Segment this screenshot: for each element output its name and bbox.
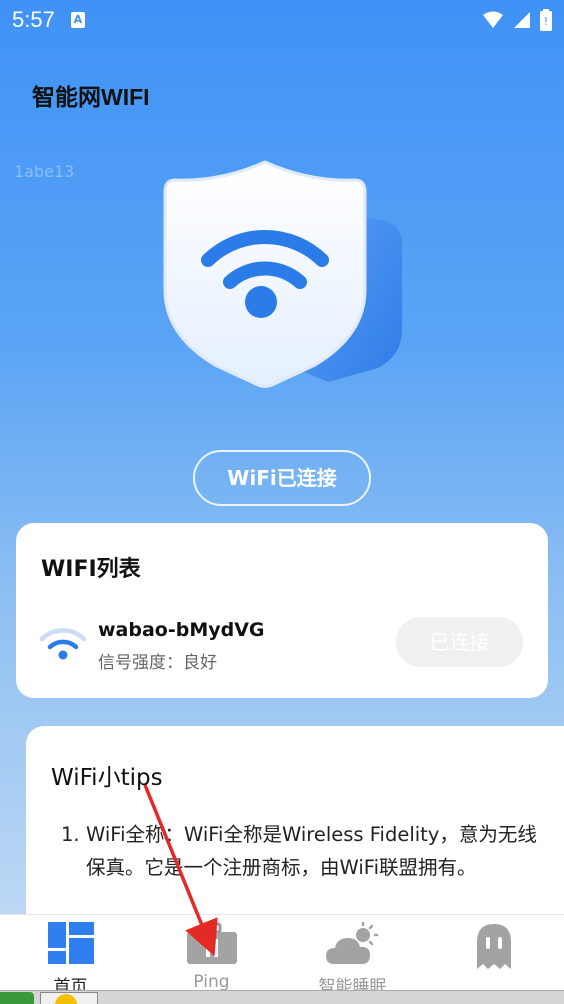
toolbox-icon [186,922,237,964]
cell-signal-icon [514,12,530,28]
tip-item: 1. WiFi全称：WiFi全称是Wireless Fidelity，意为无线保… [61,818,541,884]
network-signal-strength: 信号强度：良好 [98,653,217,673]
weather-cloud-icon [325,922,378,964]
network-ssid: wabao-bMydVG [98,619,265,641]
bottom-nav: 首页 Ping 智能睡眠 [0,914,564,997]
wifi-list-title: WIFI列表 [41,557,141,582]
wifi-connected-status-button[interactable]: WiFi已连接 [193,450,371,506]
nav-item-smart-sleep[interactable]: 智能睡眠 [282,915,423,997]
network-connect-button[interactable]: 已连接 [396,617,523,667]
taskbar-app-icon [55,994,77,1004]
status-indicators: ! [482,9,552,31]
tip-text: WiFi全称：WiFi全称是Wireless Fidelity，意为无线保真。它… [86,823,537,879]
nav-item-home[interactable]: 首页 [0,915,141,997]
wifi-network-icon [40,628,86,660]
home-grid-icon [47,922,94,964]
tip-number: 1. [61,823,80,846]
battery-icon: ! [540,9,552,31]
desktop-taskbar [0,990,564,1004]
status-time: 5:57 [12,7,55,32]
taskbar-start-button[interactable] [0,992,34,1004]
nav-item-ghost[interactable] [423,915,564,990]
watermark-text: 1abe13 [14,162,75,181]
status-bar: 5:57 A ! [0,0,564,40]
shield-wifi-icon [163,160,402,388]
taskbar-app-button[interactable] [40,992,98,1004]
tips-title: WiFi小tips [51,765,163,791]
ghost-icon [476,924,511,969]
nav-label-ping: Ping [193,972,230,992]
wifi-list-card: WIFI列表 wabao-bMydVG 信号强度：良好 已连接 [16,523,548,698]
app-title: 智能网WIFI [32,84,150,110]
nav-item-ping[interactable]: Ping [141,915,282,992]
wifi-signal-icon [483,11,503,28]
svg-text:!: ! [544,15,548,28]
notification-app-icon: A [70,12,85,28]
